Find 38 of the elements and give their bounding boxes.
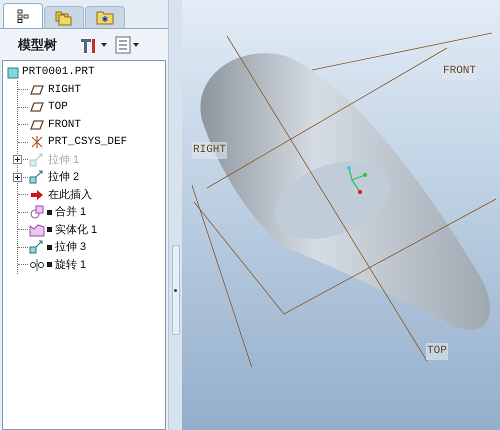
show-button[interactable] xyxy=(115,36,139,54)
plane-icon xyxy=(30,84,44,95)
tree-item[interactable]: RIGHT xyxy=(48,82,82,98)
caret-icon xyxy=(133,42,139,46)
folder-star-icon xyxy=(96,10,114,25)
tree-item[interactable]: 旋转 1 xyxy=(55,256,86,273)
plane-icon xyxy=(30,120,44,130)
merge-icon xyxy=(29,205,45,220)
extrude-icon xyxy=(29,152,45,167)
folders-icon xyxy=(55,10,73,26)
extrude-icon xyxy=(29,240,45,254)
tree-item[interactable]: 拉伸 3 xyxy=(55,239,86,256)
tree-item[interactable]: 在此插入 xyxy=(48,186,92,203)
panel-title: 模型树 xyxy=(18,36,57,54)
caret-icon xyxy=(101,42,107,46)
extrude-icon xyxy=(29,170,45,184)
tree-item[interactable]: 拉伸 2 xyxy=(48,169,80,186)
tree-icon xyxy=(17,9,29,23)
tree-item[interactable]: TOP xyxy=(48,99,68,116)
coordinate-system-icon xyxy=(30,135,44,150)
tree-item[interactable]: PRT0001.PRT xyxy=(7,64,165,81)
solidify-icon xyxy=(29,222,45,237)
arrow-icon xyxy=(30,188,44,201)
plane-label: FRONT xyxy=(442,63,478,80)
tree-item[interactable]: 合并 1 xyxy=(55,204,86,220)
list-icon xyxy=(115,36,131,54)
cube-icon xyxy=(7,66,19,78)
tree-item[interactable]: FRONT xyxy=(48,116,82,133)
revolve-icon xyxy=(29,258,45,271)
plane-label: RIGHT xyxy=(192,142,228,158)
expand-icon[interactable] xyxy=(13,172,22,182)
tree-item[interactable]: PRT_CSYS_DEF xyxy=(48,134,128,150)
expand-icon[interactable] xyxy=(13,155,22,164)
tree-item[interactable]: 实体化 1 xyxy=(55,222,98,238)
plane-label: TOP xyxy=(426,343,448,360)
panel-tab[interactable] xyxy=(3,3,43,28)
plane-icon xyxy=(30,102,44,112)
grip-icon xyxy=(174,288,177,292)
